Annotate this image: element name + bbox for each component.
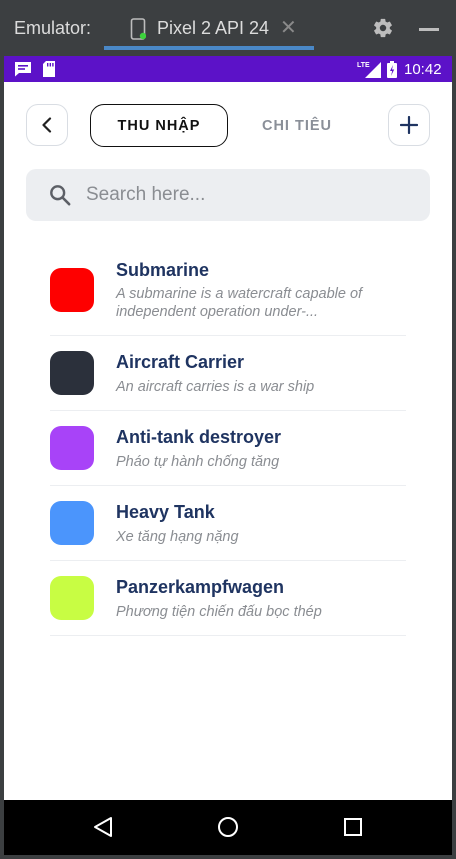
color-swatch (50, 576, 94, 620)
status-time: 10:42 (404, 61, 442, 78)
close-icon[interactable]: ✕ (280, 15, 297, 40)
message-icon (15, 62, 31, 77)
status-bar: LTE 10:42 (4, 56, 452, 82)
color-swatch (50, 268, 94, 312)
color-swatch (50, 501, 94, 545)
nav-back-icon[interactable] (92, 816, 114, 838)
emulator-label: Emulator: (14, 18, 92, 38)
sd-card-icon (43, 61, 55, 77)
lte-signal-icon: LTE (357, 62, 381, 78)
item-list: Submarine A submarine is a watercraft ca… (50, 246, 406, 636)
plus-icon (400, 116, 418, 134)
list-item-panzerkampfwagen[interactable]: Panzerkampfwagen Phương tiện chiến đấu b… (50, 561, 406, 636)
color-swatch (50, 426, 94, 470)
item-description: An aircraft carries is a war ship (116, 379, 315, 395)
list-item-anti-tank-destroyer[interactable]: Anti-tank destroyer Pháo tự hành chống t… (50, 411, 406, 486)
gear-icon[interactable] (372, 17, 394, 39)
search-input[interactable] (86, 169, 416, 221)
navigation-bar (4, 800, 452, 855)
item-title: Submarine (116, 260, 210, 280)
item-description: Phương tiện chiến đấu bọc thép (116, 604, 322, 620)
back-button[interactable] (26, 104, 68, 146)
emulator-toolbar: Emulator: Pixel 2 API 24 ✕ (0, 0, 456, 56)
item-title: Panzerkampfwagen (116, 577, 285, 597)
chevron-left-icon (42, 117, 52, 133)
search-icon (50, 185, 71, 206)
device-phone-icon (130, 18, 146, 40)
device-tab-label: Pixel 2 API 24 (157, 18, 270, 38)
item-title: Heavy Tank (116, 502, 215, 522)
nav-home-icon[interactable] (217, 816, 239, 838)
search-bar[interactable] (26, 169, 430, 221)
item-description: Xe tăng hạng nặng (116, 529, 239, 545)
battery-icon (387, 61, 397, 78)
list-item-heavy-tank[interactable]: Heavy Tank Xe tăng hạng nặng (50, 486, 406, 561)
item-title: Aircraft Carrier (116, 352, 245, 372)
list-item-submarine[interactable]: Submarine A submarine is a watercraft ca… (50, 246, 406, 336)
add-button[interactable] (388, 104, 430, 146)
tab-income[interactable]: THU NHẬP (90, 104, 228, 147)
tab-expense[interactable]: CHI TIÊU (238, 104, 356, 147)
device-screen: LTE 10:42 THU NHẬP CHI TIÊU Search here.… (4, 56, 452, 855)
svg-text:LTE: LTE (357, 62, 370, 69)
tab-underline (104, 46, 314, 50)
item-description: A submarine is a watercraft capable of i… (116, 286, 363, 320)
item-title: Anti-tank destroyer (116, 427, 282, 447)
color-swatch (50, 351, 94, 395)
nav-recents-icon[interactable] (343, 817, 363, 837)
minimize-icon[interactable] (419, 28, 439, 31)
list-item-aircraft-carrier[interactable]: Aircraft Carrier An aircraft carries is … (50, 336, 406, 411)
item-description: Pháo tự hành chống tăng (116, 454, 280, 470)
emulator-window: Emulator: Pixel 2 API 24 ✕ LTE 10:42 THU… (0, 0, 456, 859)
